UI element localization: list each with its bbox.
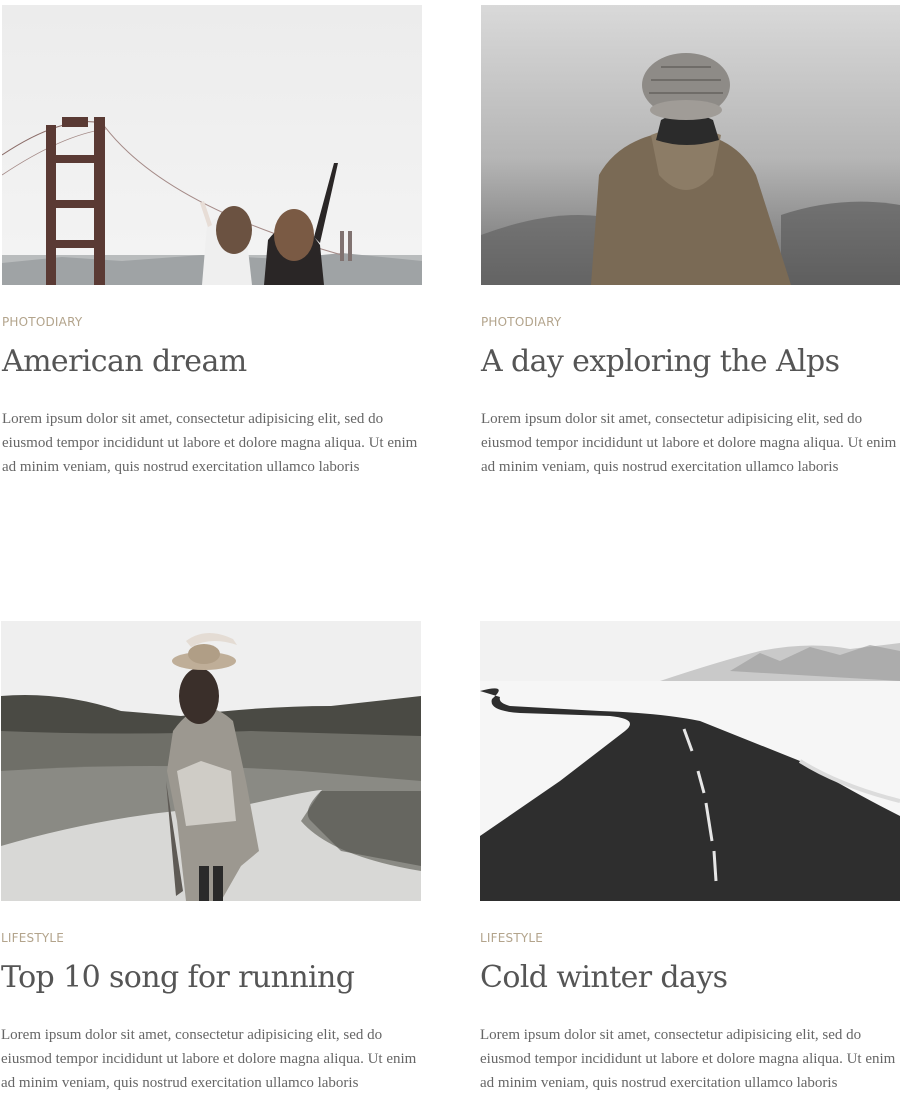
post-excerpt: Lorem ipsum dolor sit amet, consectetur … <box>480 1027 896 1091</box>
post-category[interactable]: PHOTODIARY <box>481 315 900 329</box>
post-title[interactable]: Cold winter days <box>480 959 900 997</box>
post-thumbnail-winter-road[interactable] <box>480 621 900 901</box>
post-card: PHOTODIARY American dream Lorem ipsum do… <box>2 5 422 479</box>
post-thumbnail-golden-gate[interactable] <box>2 5 422 285</box>
blog-post-grid: PHOTODIARY American dream Lorem ipsum do… <box>0 0 900 1097</box>
post-title[interactable]: Top 10 song for running <box>1 959 421 997</box>
hooded-person-photo <box>481 5 900 285</box>
post-thumbnail-alps[interactable] <box>481 5 900 285</box>
post-title[interactable]: A day exploring the Alps <box>481 343 900 381</box>
post-excerpt: Lorem ipsum dolor sit amet, consectetur … <box>2 411 418 475</box>
post-card: LIFESTYLE Cold winter days Lorem ipsum d… <box>480 621 900 1095</box>
post-category[interactable]: LIFESTYLE <box>480 931 900 945</box>
winter-road-photo <box>480 621 900 901</box>
post-excerpt: Lorem ipsum dolor sit amet, consectetur … <box>481 411 897 475</box>
woman-on-path-photo <box>1 621 421 901</box>
post-card: PHOTODIARY A day exploring the Alps Lore… <box>481 5 900 479</box>
post-card: LIFESTYLE Top 10 song for running Lorem … <box>1 621 421 1095</box>
post-category[interactable]: PHOTODIARY <box>2 315 422 329</box>
post-title[interactable]: American dream <box>2 343 422 381</box>
post-thumbnail-running[interactable] <box>1 621 421 901</box>
post-category[interactable]: LIFESTYLE <box>1 931 421 945</box>
golden-gate-photo <box>2 5 422 285</box>
post-excerpt: Lorem ipsum dolor sit amet, consectetur … <box>1 1027 417 1091</box>
